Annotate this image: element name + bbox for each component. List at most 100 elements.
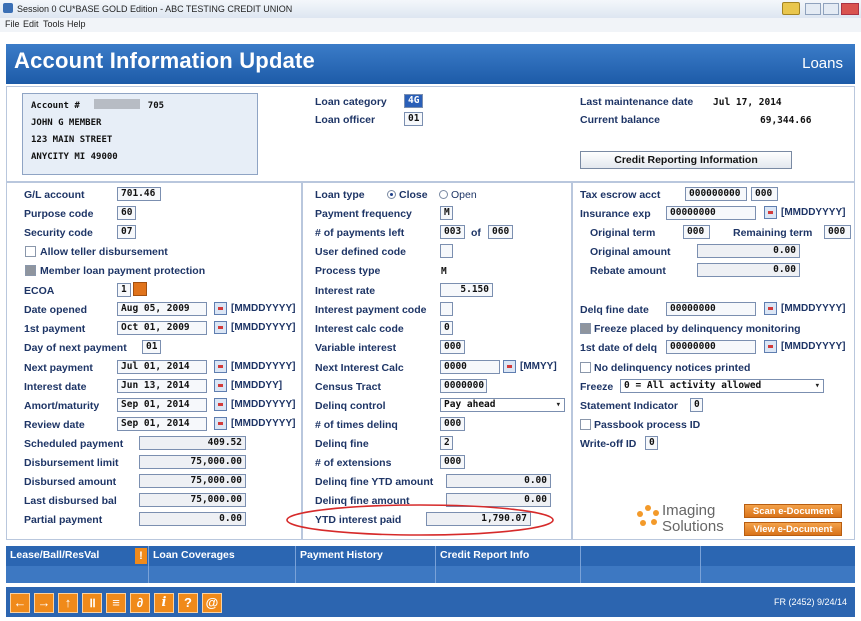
- calendar-icon[interactable]: [214, 360, 227, 373]
- member-protection-label: Member loan payment protection: [40, 265, 206, 277]
- info-icon[interactable]: i: [154, 593, 174, 613]
- payments-left-field[interactable]: 003: [440, 225, 465, 239]
- delinq-control-label: Delinq control: [315, 400, 386, 412]
- first-payment-field[interactable]: Oct 01, 2009: [117, 321, 207, 335]
- freeze-dropdown[interactable]: 0 = All activity allowed: [620, 379, 824, 393]
- writeoff-field[interactable]: 0: [645, 436, 658, 450]
- first-payment-label: 1st payment: [24, 323, 86, 335]
- scan-edocument-button[interactable]: Scan e-Document: [744, 504, 842, 518]
- calendar-icon[interactable]: [214, 398, 227, 411]
- radio-open[interactable]: Open: [439, 189, 477, 201]
- next-interest-calc-field[interactable]: 0000: [440, 360, 500, 374]
- next-payment-field[interactable]: Jul 01, 2014: [117, 360, 207, 374]
- menu-help[interactable]: Help: [67, 19, 86, 29]
- tab-bar: Lease/Ball/ResVal ! Loan Coverages Payme…: [6, 546, 855, 583]
- calendar-icon[interactable]: [214, 302, 227, 315]
- delq-fine-date-field[interactable]: 00000000: [666, 302, 756, 316]
- tab-credit-report-info[interactable]: Credit Report Info: [436, 546, 581, 566]
- payments-left-label: # of payments left: [315, 227, 405, 239]
- loan-type-label: Loan type: [315, 189, 365, 201]
- no-notices-label: No delinquency notices printed: [594, 362, 751, 374]
- credit-reporting-button[interactable]: Credit Reporting Information: [580, 151, 792, 169]
- insurance-exp-field[interactable]: 00000000: [666, 206, 756, 220]
- times-delinq-field[interactable]: 000: [440, 417, 465, 431]
- payment-frequency-field[interactable]: M: [440, 206, 453, 220]
- disbursement-limit-label: Disbursement limit: [24, 457, 119, 469]
- user-defined-code-field[interactable]: [440, 244, 453, 258]
- menu-file[interactable]: File: [5, 19, 20, 29]
- date-opened-field[interactable]: Aug 05, 2009: [117, 302, 207, 316]
- link-icon[interactable]: ∂: [130, 593, 150, 613]
- purpose-code-field[interactable]: 60: [117, 206, 136, 220]
- minimize-button[interactable]: [805, 3, 821, 15]
- tax-escrow-suffix-field[interactable]: 000: [751, 187, 778, 201]
- view-edocument-button[interactable]: View e-Document: [744, 522, 842, 536]
- tab-lease-ball-resval[interactable]: Lease/Ball/ResVal: [6, 546, 149, 566]
- tab-loan-coverages[interactable]: Loan Coverages: [149, 546, 296, 566]
- calendar-icon[interactable]: [214, 321, 227, 334]
- calendar-icon[interactable]: [214, 379, 227, 392]
- ecoa-field[interactable]: 1: [117, 283, 131, 297]
- calendar-icon[interactable]: [764, 302, 777, 315]
- passbook-checkbox[interactable]: [580, 419, 591, 430]
- search-icon[interactable]: [133, 282, 147, 296]
- statement-indicator-label: Statement Indicator: [580, 400, 679, 412]
- interest-payment-code-field[interactable]: [440, 302, 453, 316]
- remaining-term-field[interactable]: 000: [824, 225, 851, 239]
- member-protection-checkbox[interactable]: [25, 265, 36, 276]
- security-code-field[interactable]: 07: [117, 225, 136, 239]
- statement-indicator-field[interactable]: 0: [690, 398, 703, 412]
- disbursed-amount-label: Disbursed amount: [24, 476, 117, 488]
- day-next-payment-field[interactable]: 01: [142, 340, 161, 354]
- back-arrow-icon[interactable]: ←: [10, 593, 30, 613]
- calendar-icon[interactable]: [764, 340, 777, 353]
- allow-teller-checkbox[interactable]: [25, 246, 36, 257]
- loan-category-field[interactable]: 4G: [404, 94, 423, 108]
- forward-arrow-icon[interactable]: →: [34, 593, 54, 613]
- email-icon[interactable]: @: [202, 593, 222, 613]
- tab-payment-history[interactable]: Payment History: [296, 546, 436, 566]
- calendar-icon[interactable]: [214, 417, 227, 430]
- extensions-field[interactable]: 000: [440, 455, 465, 469]
- interest-date-field[interactable]: Jun 13, 2014: [117, 379, 207, 393]
- calendar-icon[interactable]: [764, 206, 777, 219]
- bottom-toolbar: ← → ↑ ॥ ≡ ∂ i ? @ FR (2452) 9/24/14: [6, 587, 855, 617]
- total-payments-field[interactable]: 060: [488, 225, 513, 239]
- interest-calc-code-field[interactable]: 0: [440, 321, 453, 335]
- writeoff-label: Write-off ID: [580, 438, 637, 450]
- freeze-placed-checkbox[interactable]: [580, 323, 591, 334]
- first-delq-field[interactable]: 00000000: [666, 340, 756, 354]
- pause-icon[interactable]: ॥: [82, 593, 102, 613]
- close-button[interactable]: [841, 3, 859, 15]
- lock-icon[interactable]: [782, 2, 800, 15]
- tax-escrow-field[interactable]: 000000000: [685, 187, 747, 201]
- gl-account-field[interactable]: 701.46: [117, 187, 161, 201]
- original-term-field[interactable]: 000: [683, 225, 710, 239]
- notes-icon[interactable]: ≡: [106, 593, 126, 613]
- menu-tools[interactable]: Tools: [43, 19, 64, 29]
- review-date-field[interactable]: Sep 01, 2014: [117, 417, 207, 431]
- highlight-ellipse: [286, 504, 554, 536]
- radio-close[interactable]: Close: [387, 189, 428, 201]
- subtab-1: [6, 566, 149, 583]
- delinq-fine-field[interactable]: 2: [440, 436, 453, 450]
- menu-edit[interactable]: Edit: [23, 19, 39, 29]
- amort-maturity-field[interactable]: Sep 01, 2014: [117, 398, 207, 412]
- census-tract-field[interactable]: 0000000: [440, 379, 487, 393]
- member-street: 123 MAIN STREET: [31, 135, 113, 145]
- date-format-hint: [MMDDYYYY]: [231, 322, 296, 333]
- passbook-label: Passbook process ID: [594, 419, 701, 431]
- radio-open-label: Open: [451, 189, 477, 201]
- no-notices-checkbox[interactable]: [580, 362, 591, 373]
- calendar-icon[interactable]: [503, 360, 516, 373]
- interest-rate-label: Interest rate: [315, 285, 376, 297]
- loan-officer-field[interactable]: 01: [404, 112, 423, 126]
- maximize-button[interactable]: [823, 3, 839, 15]
- interest-rate-field[interactable]: 5.150: [440, 283, 493, 297]
- date-format-hint: [MMDDYYYY]: [231, 303, 296, 314]
- up-arrow-icon[interactable]: ↑: [58, 593, 78, 613]
- account-box: Account # 705 JOHN G MEMBER 123 MAIN STRE…: [22, 93, 258, 175]
- variable-interest-field[interactable]: 000: [440, 340, 465, 354]
- delinq-control-dropdown[interactable]: Pay ahead: [440, 398, 565, 412]
- help-icon[interactable]: ?: [178, 593, 198, 613]
